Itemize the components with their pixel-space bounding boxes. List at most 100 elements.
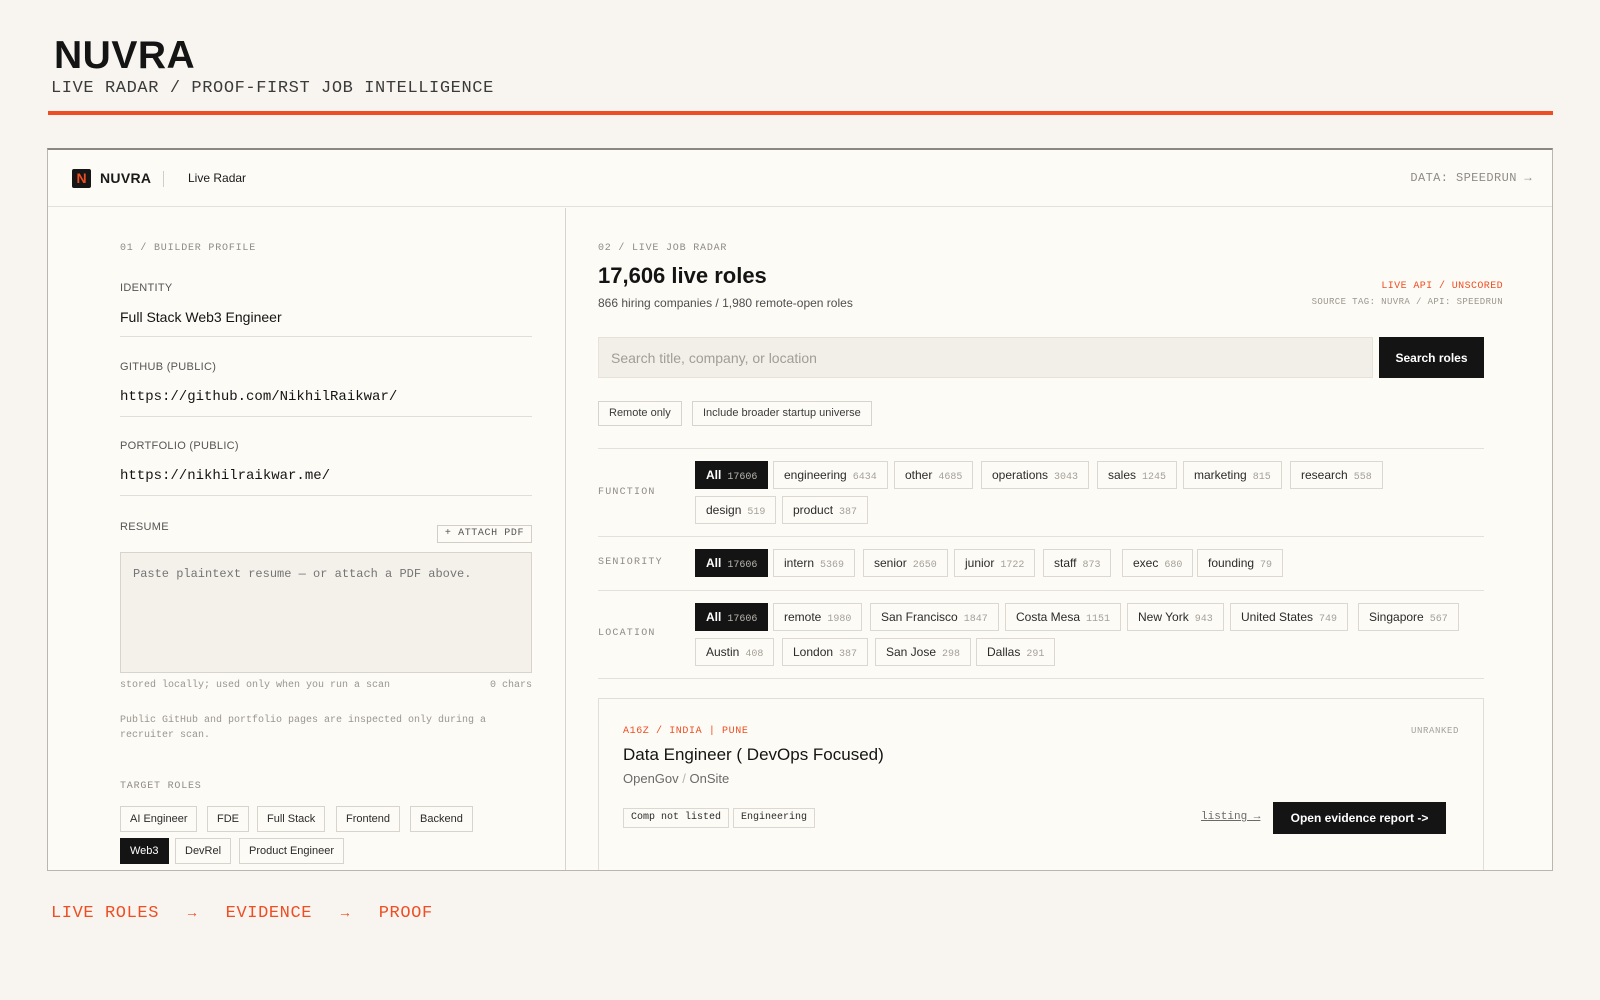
app-window: N NUVRA Live Radar DATA: SPEEDRUN → 01 /… xyxy=(47,148,1553,871)
chip-label: United States xyxy=(1241,610,1314,624)
location-chip-singapore[interactable]: Singapore 567 xyxy=(1358,603,1459,631)
chip-count: 519 xyxy=(747,507,766,518)
target-roles-label: TARGET ROLES xyxy=(120,781,202,792)
builder-profile-panel: 01 / BUILDER PROFILE IDENTITY Full Stack… xyxy=(48,208,566,870)
flow-step-live-roles: LIVE ROLES xyxy=(51,904,160,923)
location-chip-new-york[interactable]: New York 943 xyxy=(1127,603,1224,631)
brand-title: NUVRA xyxy=(54,34,196,77)
attach-pdf-button[interactable]: + ATTACH PDF xyxy=(437,525,532,543)
job-title[interactable]: Data Engineer ( DevOps Focused) xyxy=(623,745,884,765)
separator: / xyxy=(682,771,690,786)
function-chip-marketing[interactable]: marketing 815 xyxy=(1183,461,1282,489)
chip-label: exec xyxy=(1133,556,1159,570)
function-chip-design[interactable]: design 519 xyxy=(695,496,777,524)
function-filter-label: FUNCTION xyxy=(598,487,656,498)
data-source-link[interactable]: DATA: SPEEDRUN → xyxy=(1410,171,1532,185)
chip-label: San Francisco xyxy=(881,610,958,624)
role-chip-web3[interactable]: Web3 xyxy=(120,838,169,864)
open-evidence-report-button[interactable]: Open evidence report -> xyxy=(1273,802,1446,834)
storage-note: stored locally; used only when you run a… xyxy=(120,680,391,691)
seniority-chip-exec[interactable]: exec 680 xyxy=(1122,549,1194,577)
job-company-line: OpenGov / OnSite xyxy=(623,771,729,786)
nav-live-radar[interactable]: Live Radar xyxy=(188,171,246,185)
remote-only-toggle[interactable]: Remote only xyxy=(598,401,682,426)
chip-label: Dallas xyxy=(987,645,1021,659)
location-chip-costa-mesa[interactable]: Costa Mesa 1151 xyxy=(1005,603,1122,631)
chip-count: 3043 xyxy=(1054,472,1079,483)
function-chip-other[interactable]: other 4685 xyxy=(894,461,974,489)
chip-count: 17606 xyxy=(727,560,758,571)
role-chip-frontend[interactable]: Frontend xyxy=(336,806,401,832)
location-chip-san-jose[interactable]: San Jose 298 xyxy=(875,638,972,666)
location-chip-all[interactable]: All 17606 xyxy=(695,603,769,631)
function-chip-sales[interactable]: sales 1245 xyxy=(1097,461,1178,489)
function-chip-all[interactable]: All 17606 xyxy=(695,461,769,489)
live-status-tag: LIVE API / UNSCORED xyxy=(1381,281,1503,292)
function-chip-product[interactable]: product 387 xyxy=(782,496,869,524)
portfolio-field[interactable]: https://nikhilraikwar.me/ xyxy=(120,468,532,496)
tag-comp: Comp not listed xyxy=(623,808,730,828)
role-chip-fde[interactable]: FDE xyxy=(207,806,249,832)
chip-label: All xyxy=(706,468,722,482)
location-chip-dallas[interactable]: Dallas 291 xyxy=(976,638,1056,666)
chip-label: sales xyxy=(1108,468,1137,482)
job-rank-badge: UNRANKED xyxy=(1410,726,1459,736)
search-roles-button[interactable]: Search roles xyxy=(1379,337,1484,378)
function-chip-research[interactable]: research 558 xyxy=(1290,461,1383,489)
github-field[interactable]: https://github.com/NikhilRaikwar/ xyxy=(120,389,532,417)
location-chip-remote[interactable]: remote 1980 xyxy=(773,603,863,631)
listing-link[interactable]: listing → xyxy=(1201,811,1260,823)
job-card[interactable]: A16Z / INDIA | PUNE UNRANKED Data Engine… xyxy=(598,698,1484,870)
seniority-chip-staff[interactable]: staff 873 xyxy=(1043,549,1112,577)
function-chip-engineering[interactable]: engineering 6434 xyxy=(773,461,888,489)
chip-count: 1245 xyxy=(1142,472,1167,483)
function-chip-operations[interactable]: operations 3043 xyxy=(981,461,1090,489)
job-meta: A16Z / INDIA | PUNE xyxy=(623,726,749,737)
identity-field[interactable]: Full Stack Web3 Engineer xyxy=(120,309,532,337)
chip-count: 5369 xyxy=(820,560,845,571)
search-input[interactable] xyxy=(598,337,1373,378)
top-bar: N NUVRA Live Radar DATA: SPEEDRUN → xyxy=(48,150,1552,207)
chip-count: 79 xyxy=(1260,560,1273,571)
privacy-note: Public GitHub and portfolio pages are in… xyxy=(120,715,487,741)
seniority-chip-intern[interactable]: intern 5369 xyxy=(773,549,856,577)
location-chip-london[interactable]: London 387 xyxy=(782,638,869,666)
chip-label: senior xyxy=(874,556,907,570)
role-chip-backend[interactable]: Backend xyxy=(410,806,473,832)
chip-label: Singapore xyxy=(1369,610,1424,624)
role-chip-devrel[interactable]: DevRel xyxy=(175,838,232,864)
chip-label: San Jose xyxy=(886,645,937,659)
chip-label: All xyxy=(706,556,722,570)
seniority-chip-junior[interactable]: junior 1722 xyxy=(954,549,1036,577)
chip-count: 567 xyxy=(1429,614,1448,625)
location-chip-united-states[interactable]: United States 749 xyxy=(1230,603,1349,631)
chip-label: Austin xyxy=(706,645,740,659)
role-chip-product-engineer[interactable]: Product Engineer xyxy=(239,838,344,864)
chip-count: 291 xyxy=(1026,649,1045,660)
seniority-chip-founding[interactable]: founding 79 xyxy=(1197,549,1284,577)
chip-label: engineering xyxy=(784,468,847,482)
location-chip-austin[interactable]: Austin 408 xyxy=(695,638,775,666)
char-count: 0 chars xyxy=(489,680,532,691)
chip-label: founding xyxy=(1208,556,1255,570)
brand-accent-rule xyxy=(48,111,1553,115)
chip-label: research xyxy=(1301,468,1348,482)
role-chip-ai-engineer[interactable]: AI Engineer xyxy=(120,806,198,832)
chip-count: 387 xyxy=(839,507,858,518)
location-chip-san-francisco[interactable]: San Francisco 1847 xyxy=(870,603,999,631)
chip-count: 558 xyxy=(1353,472,1372,483)
seniority-chip-senior[interactable]: senior 2650 xyxy=(863,549,948,577)
logo-text[interactable]: NUVRA xyxy=(100,170,151,186)
seniority-chip-all[interactable]: All 17606 xyxy=(695,549,769,577)
chip-label: marketing xyxy=(1194,468,1247,482)
broader-universe-toggle[interactable]: Include broader startup universe xyxy=(692,401,872,426)
nuvra-logo-icon[interactable]: N xyxy=(72,169,91,188)
live-roles-subline: 866 hiring companies / 1,980 remote-open… xyxy=(598,296,853,310)
chip-count: 408 xyxy=(745,649,764,660)
chip-count: 4685 xyxy=(938,472,963,483)
chip-label: staff xyxy=(1054,556,1077,570)
divider xyxy=(598,448,1484,449)
role-chip-full-stack[interactable]: Full Stack xyxy=(257,806,326,832)
chip-label: intern xyxy=(784,556,815,570)
resume-textarea[interactable] xyxy=(120,552,532,673)
